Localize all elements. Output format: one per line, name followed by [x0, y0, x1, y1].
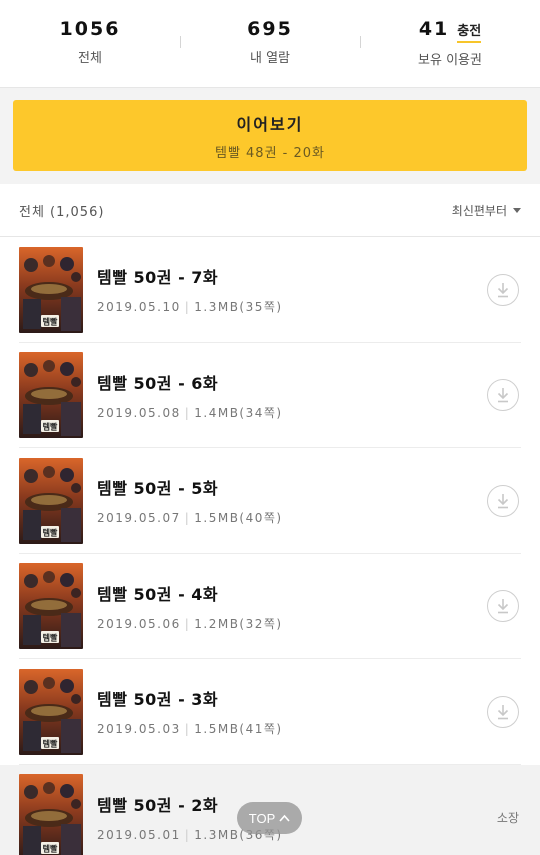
sort-label: 최신편부터 — [451, 203, 507, 218]
episode-size: 1.4MB(34쪽) — [194, 405, 283, 420]
stat-total-label: 전체 — [78, 51, 102, 66]
svg-text:템빨: 템빨 — [43, 527, 58, 537]
cover-thumbnail: 템빨 — [19, 774, 83, 855]
meta-divider: | — [184, 405, 191, 420]
episode-row[interactable]: 템빨 템빨 50권 - 5화 2019.05.07 | 1.5MB(40쪽) — [0, 448, 540, 554]
top-label: TOP — [248, 810, 276, 826]
continue-section: 이어보기 템빨 48권 - 20화 — [0, 88, 540, 184]
download-icon[interactable] — [487, 590, 519, 623]
episode-list-header: 전체 (1,056) 최신편부터 — [0, 184, 540, 237]
episode-count: 전체 (1,056) — [19, 204, 105, 220]
meta-divider: | — [184, 827, 191, 842]
episode-date: 2019.05.10 — [97, 300, 181, 315]
stats-bar: 1056 전체 695 내 열람 41 충전 보유 이용권 — [0, 0, 540, 88]
continue-reading-button[interactable]: 이어보기 템빨 48권 - 20화 — [13, 100, 527, 171]
episode-date: 2019.05.03 — [97, 722, 181, 737]
stat-tickets-value: 41 — [418, 18, 450, 40]
episode-meta: 2019.05.06 | 1.2MB(32쪽) — [97, 615, 487, 632]
episode-info: 템빨 50권 - 6화 2019.05.08 | 1.4MB(34쪽) — [97, 370, 487, 421]
episode-title: 템빨 50권 - 6화 — [97, 373, 219, 393]
stat-tickets: 41 충전 보유 이용권 — [360, 0, 540, 87]
episode-date: 2019.05.06 — [97, 616, 181, 631]
episode-title: 템빨 50권 - 4화 — [97, 584, 219, 604]
episode-row[interactable]: 템빨 템빨 50권 - 3화 2019.05.03 | 1.5MB(41쪽) — [0, 659, 540, 765]
cover-thumbnail: 템빨 — [19, 563, 83, 650]
episode-row[interactable]: 템빨 템빨 50권 - 7화 2019.05.10 | 1.3MB(35쪽) — [0, 237, 540, 343]
svg-text:템빨: 템빨 — [43, 422, 58, 432]
meta-divider: | — [184, 511, 191, 526]
download-icon[interactable] — [487, 484, 519, 517]
stat-tickets-row: 41 충전 — [418, 18, 482, 43]
meta-divider: | — [184, 722, 191, 737]
stat-my-views-label: 내 열람 — [249, 51, 290, 66]
continue-title: 이어보기 — [236, 114, 304, 134]
episode-date: 2019.05.08 — [97, 405, 181, 420]
owned-badge: 소장 — [496, 810, 519, 825]
download-icon[interactable] — [487, 273, 519, 306]
stat-tickets-label: 보유 이용권 — [418, 52, 482, 68]
stat-my-views[interactable]: 695 내 열람 — [180, 0, 360, 87]
episode-meta: 2019.05.08 | 1.4MB(34쪽) — [97, 404, 487, 421]
episode-meta: 2019.05.10 | 1.3MB(35쪽) — [97, 298, 487, 315]
episode-meta: 2019.05.03 | 1.5MB(41쪽) — [97, 720, 487, 737]
episode-info: 템빨 50권 - 5화 2019.05.07 | 1.5MB(40쪽) — [97, 475, 487, 526]
episode-date: 2019.05.07 — [97, 511, 181, 526]
cover-thumbnail: 템빨 — [19, 457, 83, 544]
svg-text:템빨: 템빨 — [43, 738, 58, 748]
episode-meta: 2019.05.07 | 1.5MB(40쪽) — [97, 509, 487, 526]
episode-info: 템빨 50권 - 4화 2019.05.06 | 1.2MB(32쪽) — [97, 581, 487, 632]
caret-down-icon — [513, 208, 521, 213]
sort-dropdown[interactable]: 최신편부터 — [452, 202, 521, 219]
cover-thumbnail: 템빨 — [19, 352, 83, 439]
episode-size: 1.5MB(40쪽) — [194, 511, 283, 526]
chevron-up-icon — [279, 814, 290, 822]
svg-text:템빨: 템빨 — [43, 316, 58, 326]
stat-total: 1056 전체 — [0, 0, 180, 87]
episode-row[interactable]: 템빨 템빨 50권 - 6화 2019.05.08 | 1.4MB(34쪽) — [0, 343, 540, 449]
stat-total-value: 1056 — [59, 18, 121, 40]
episode-row[interactable]: 템빨 템빨 50권 - 4화 2019.05.06 | 1.2MB(32쪽) — [0, 554, 540, 660]
download-icon[interactable] — [487, 379, 519, 412]
svg-text:템빨: 템빨 — [43, 844, 58, 854]
continue-subtitle: 템빨 48권 - 20화 — [214, 145, 325, 161]
episode-title: 템빨 50권 - 5화 — [97, 479, 219, 499]
episode-title: 템빨 50권 - 7화 — [97, 268, 219, 288]
stat-my-views-value: 695 — [247, 18, 293, 40]
episode-size: 1.5MB(41쪽) — [194, 722, 283, 737]
cover-thumbnail: 템빨 — [19, 246, 83, 333]
episode-list: 템빨 템빨 50권 - 7화 2019.05.10 | 1.3MB(35쪽) 템빨 … — [0, 237, 540, 855]
download-icon[interactable] — [487, 695, 519, 728]
episode-title: 템빨 50권 - 3화 — [97, 690, 219, 710]
scroll-top-button[interactable]: TOP — [237, 802, 302, 834]
meta-divider: | — [184, 616, 191, 631]
svg-text:템빨: 템빨 — [43, 633, 58, 643]
episode-date: 2019.05.01 — [97, 827, 181, 842]
episode-size: 1.2MB(32쪽) — [194, 616, 283, 631]
episode-size: 1.3MB(35쪽) — [194, 300, 283, 315]
episode-info: 템빨 50권 - 3화 2019.05.03 | 1.5MB(41쪽) — [97, 686, 487, 737]
charge-link[interactable]: 충전 — [457, 20, 482, 43]
meta-divider: | — [184, 300, 191, 315]
cover-thumbnail: 템빨 — [19, 668, 83, 755]
episode-info: 템빨 50권 - 7화 2019.05.10 | 1.3MB(35쪽) — [97, 264, 487, 315]
